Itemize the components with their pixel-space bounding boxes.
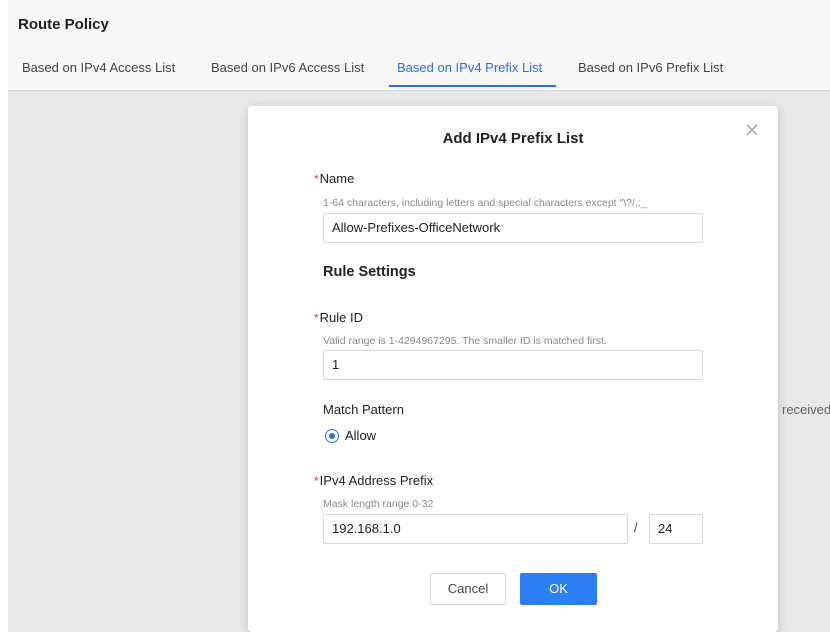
cancel-button[interactable]: Cancel — [430, 573, 506, 605]
rule-id-label-text: Rule ID — [319, 310, 364, 325]
tab-ipv4-access-list[interactable]: Based on IPv4 Access List — [22, 60, 175, 75]
name-label-text: Name — [319, 171, 355, 186]
rule-settings-title: Rule Settings — [323, 264, 416, 280]
tab-ipv6-access-list[interactable]: Based on IPv6 Access List — [211, 60, 364, 75]
allow-radio[interactable] — [325, 429, 339, 443]
prefix-address-input[interactable]: 192.168.1.0 — [323, 514, 628, 544]
tab-ipv6-prefix-list[interactable]: Based on IPv6 Prefix List — [578, 60, 723, 75]
required-mark: * — [314, 474, 319, 488]
add-prefix-list-dialog: Add IPv4 Prefix List *Name 1-64 characte… — [248, 106, 778, 632]
rule-id-hint: Valid range is 1-4294967295. The smaller… — [323, 335, 607, 347]
dialog-title: Add IPv4 Prefix List — [442, 130, 584, 147]
page-header — [8, 0, 830, 91]
rule-id-label: *Rule ID — [314, 310, 363, 325]
prefix-label: *IPv4 Address Prefix — [314, 473, 433, 488]
tab-ipv4-prefix-list[interactable]: Based on IPv4 Prefix List — [397, 60, 542, 75]
prefix-label-text: IPv4 Address Prefix — [319, 473, 434, 488]
name-label: *Name — [314, 171, 354, 186]
mask-length-input[interactable]: 24 — [649, 514, 703, 544]
radio-selected-dot — [329, 433, 335, 439]
rule-id-input[interactable]: 1 — [323, 350, 703, 380]
ok-button[interactable]: OK — [520, 573, 597, 605]
allow-radio-label[interactable]: Allow — [345, 428, 376, 443]
name-input[interactable]: Allow-Prefixes-OfficeNetwork — [323, 213, 703, 243]
prefix-separator: / — [634, 520, 638, 535]
prefix-hint: Mask length range 0-32 — [323, 498, 434, 510]
close-icon[interactable] — [744, 122, 760, 138]
required-mark: * — [314, 311, 319, 325]
name-hint: 1-64 characters, including letters and s… — [323, 197, 647, 209]
required-mark: * — [314, 172, 319, 186]
active-tab-indicator — [389, 85, 556, 87]
match-pattern-label: Match Pattern — [323, 402, 404, 417]
page-title: Route Policy — [18, 16, 109, 33]
